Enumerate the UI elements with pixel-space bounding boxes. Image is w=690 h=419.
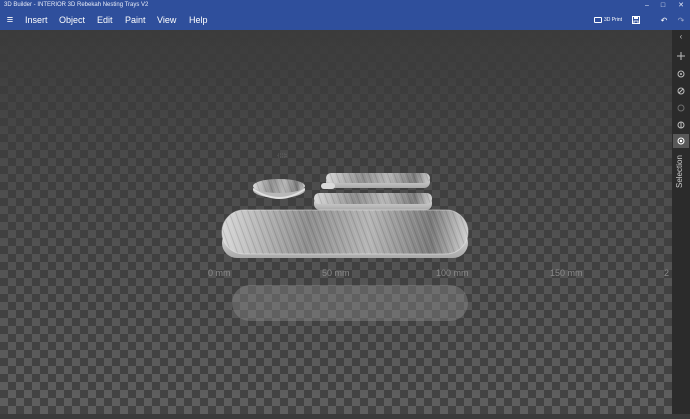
ruler-label-100: 100 mm — [436, 268, 469, 278]
undo-icon[interactable]: ↶ — [658, 14, 670, 27]
menu-paint[interactable]: Paint — [125, 11, 146, 30]
selection-icon[interactable] — [673, 134, 689, 148]
menu-help[interactable]: Help — [189, 11, 208, 30]
menu-bar: ≡ Insert Object Edit Paint View Help 3D … — [0, 11, 690, 30]
save-icon[interactable] — [630, 14, 642, 27]
middle-tray[interactable] — [314, 193, 432, 210]
move-icon[interactable] — [676, 52, 686, 62]
3d-viewport[interactable]: 0 mm 50 mm 100 mm 150 mm 2 — [0, 30, 690, 414]
menu-edit[interactable]: Edit — [97, 11, 113, 30]
circle-icon[interactable] — [676, 104, 686, 114]
ruler-label-0: 0 mm — [208, 268, 231, 278]
collapse-panel-icon[interactable]: ‹ — [676, 32, 686, 42]
hamburger-menu-icon[interactable]: ≡ — [4, 14, 16, 26]
menu-insert[interactable]: Insert — [25, 11, 48, 30]
ruler-label-200: 2 — [664, 268, 670, 278]
ruler-label-50: 50 mm — [322, 268, 350, 278]
maximize-button[interactable]: □ — [656, 0, 670, 11]
print-3d-label: 3D Print — [604, 17, 623, 23]
selection-panel-label[interactable]: Selection — [675, 148, 687, 196]
ruler-label-150: 150 mm — [550, 268, 583, 278]
print-3d-button[interactable]: 3D Print — [594, 14, 622, 27]
scale-icon[interactable] — [676, 87, 686, 97]
minimize-button[interactable]: – — [640, 0, 654, 11]
side-panel: ‹ Selection — [672, 30, 690, 414]
close-button[interactable]: ✕ — [674, 0, 688, 11]
scene-canvas[interactable] — [0, 30, 690, 414]
back-long-tray[interactable] — [321, 173, 430, 189]
title-bar: 3D Builder - INTERIOR 3D Rebekah Nesting… — [0, 0, 690, 11]
mirror-icon[interactable] — [676, 121, 686, 131]
printer-icon — [594, 16, 602, 23]
rotate-icon[interactable] — [676, 70, 686, 80]
menu-view[interactable]: View — [157, 11, 176, 30]
large-oval-tray[interactable] — [221, 209, 469, 258]
tray-reflections — [232, 285, 468, 321]
menu-object[interactable]: Object — [59, 11, 85, 30]
redo-icon[interactable]: ↷ — [675, 14, 687, 27]
window-title: 3D Builder - INTERIOR 3D Rebekah Nesting… — [4, 2, 149, 8]
